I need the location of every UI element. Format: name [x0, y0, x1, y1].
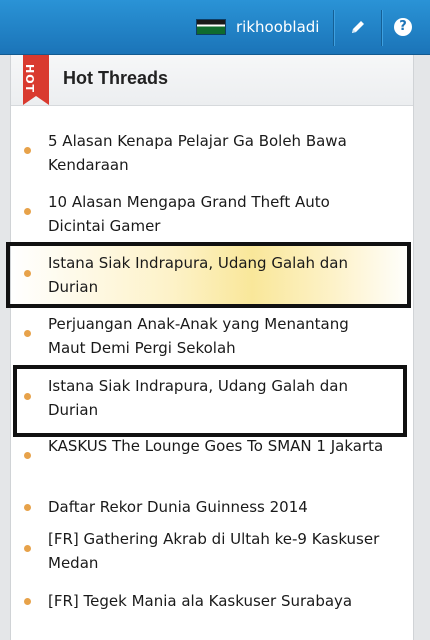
bullet-dot	[24, 452, 31, 459]
flag-icon	[196, 19, 226, 35]
bullet-dot	[24, 330, 31, 337]
thread-link[interactable]: 10 Alasan Mengapa Grand Theft Auto Dicin…	[48, 190, 388, 238]
thread-link[interactable]: [FR] Gathering Akrab di Ultah ke-9 Kasku…	[48, 527, 388, 575]
list-item[interactable]: Perjuangan Anak-Anak yang Menantang Maut…	[11, 310, 413, 362]
panel-title: Hot Threads	[63, 68, 169, 88]
thread-link[interactable]: KASKUS The Lounge Goes To SMAN 1 Jakarta	[48, 434, 388, 458]
thread-link[interactable]: Daftar Rekor Dunia Guinness 2014	[48, 495, 388, 519]
top-navigation-bar: rikhoobladi ?	[0, 0, 430, 55]
edit-button[interactable]	[345, 14, 371, 40]
panel-header: HOT Hot Threads	[11, 55, 413, 106]
bullet-dot	[24, 504, 31, 511]
scrollbar-track[interactable]	[414, 55, 430, 640]
user-menu[interactable]: rikhoobladi	[196, 14, 319, 40]
list-item[interactable]: 5 Alasan Kenapa Pelajar Ga Boleh Bawa Ke…	[11, 127, 413, 179]
username-label[interactable]: rikhoobladi	[236, 14, 319, 40]
bullet-dot	[24, 545, 31, 552]
annotation-frame	[13, 365, 407, 437]
list-item[interactable]: KASKUS The Lounge Goes To SMAN 1 Jakarta	[11, 432, 413, 484]
list-item[interactable]: 10 Alasan Mengapa Grand Theft Auto Dicin…	[11, 188, 413, 240]
question-circle-icon: ?	[394, 18, 412, 36]
list-item[interactable]: [FR] Gathering Akrab di Ultah ke-9 Kasku…	[11, 525, 413, 577]
page-background-left	[0, 55, 10, 640]
bullet-dot	[24, 598, 31, 605]
hot-badge: HOT	[23, 64, 36, 94]
help-button[interactable]: ?	[390, 14, 416, 40]
topbar-divider	[381, 10, 383, 46]
thread-link[interactable]: 5 Alasan Kenapa Pelajar Ga Boleh Bawa Ke…	[48, 129, 388, 177]
pencil-icon	[352, 21, 364, 33]
bullet-dot	[24, 208, 31, 215]
thread-link[interactable]: Perjuangan Anak-Anak yang Menantang Maut…	[48, 312, 388, 360]
annotation-frame	[6, 242, 411, 308]
list-item[interactable]: Daftar Rekor Dunia Guinness 2014	[11, 492, 413, 522]
thread-link[interactable]: [FR] Tegek Mania ala Kaskuser Surabaya	[48, 589, 388, 613]
bullet-dot	[24, 147, 31, 154]
topbar-divider	[333, 10, 335, 46]
list-item[interactable]: [FR] Tegek Mania ala Kaskuser Surabaya	[11, 586, 413, 616]
hot-threads-panel: HOT Hot Threads 5 Alasan Kenapa Pelajar …	[10, 55, 414, 640]
